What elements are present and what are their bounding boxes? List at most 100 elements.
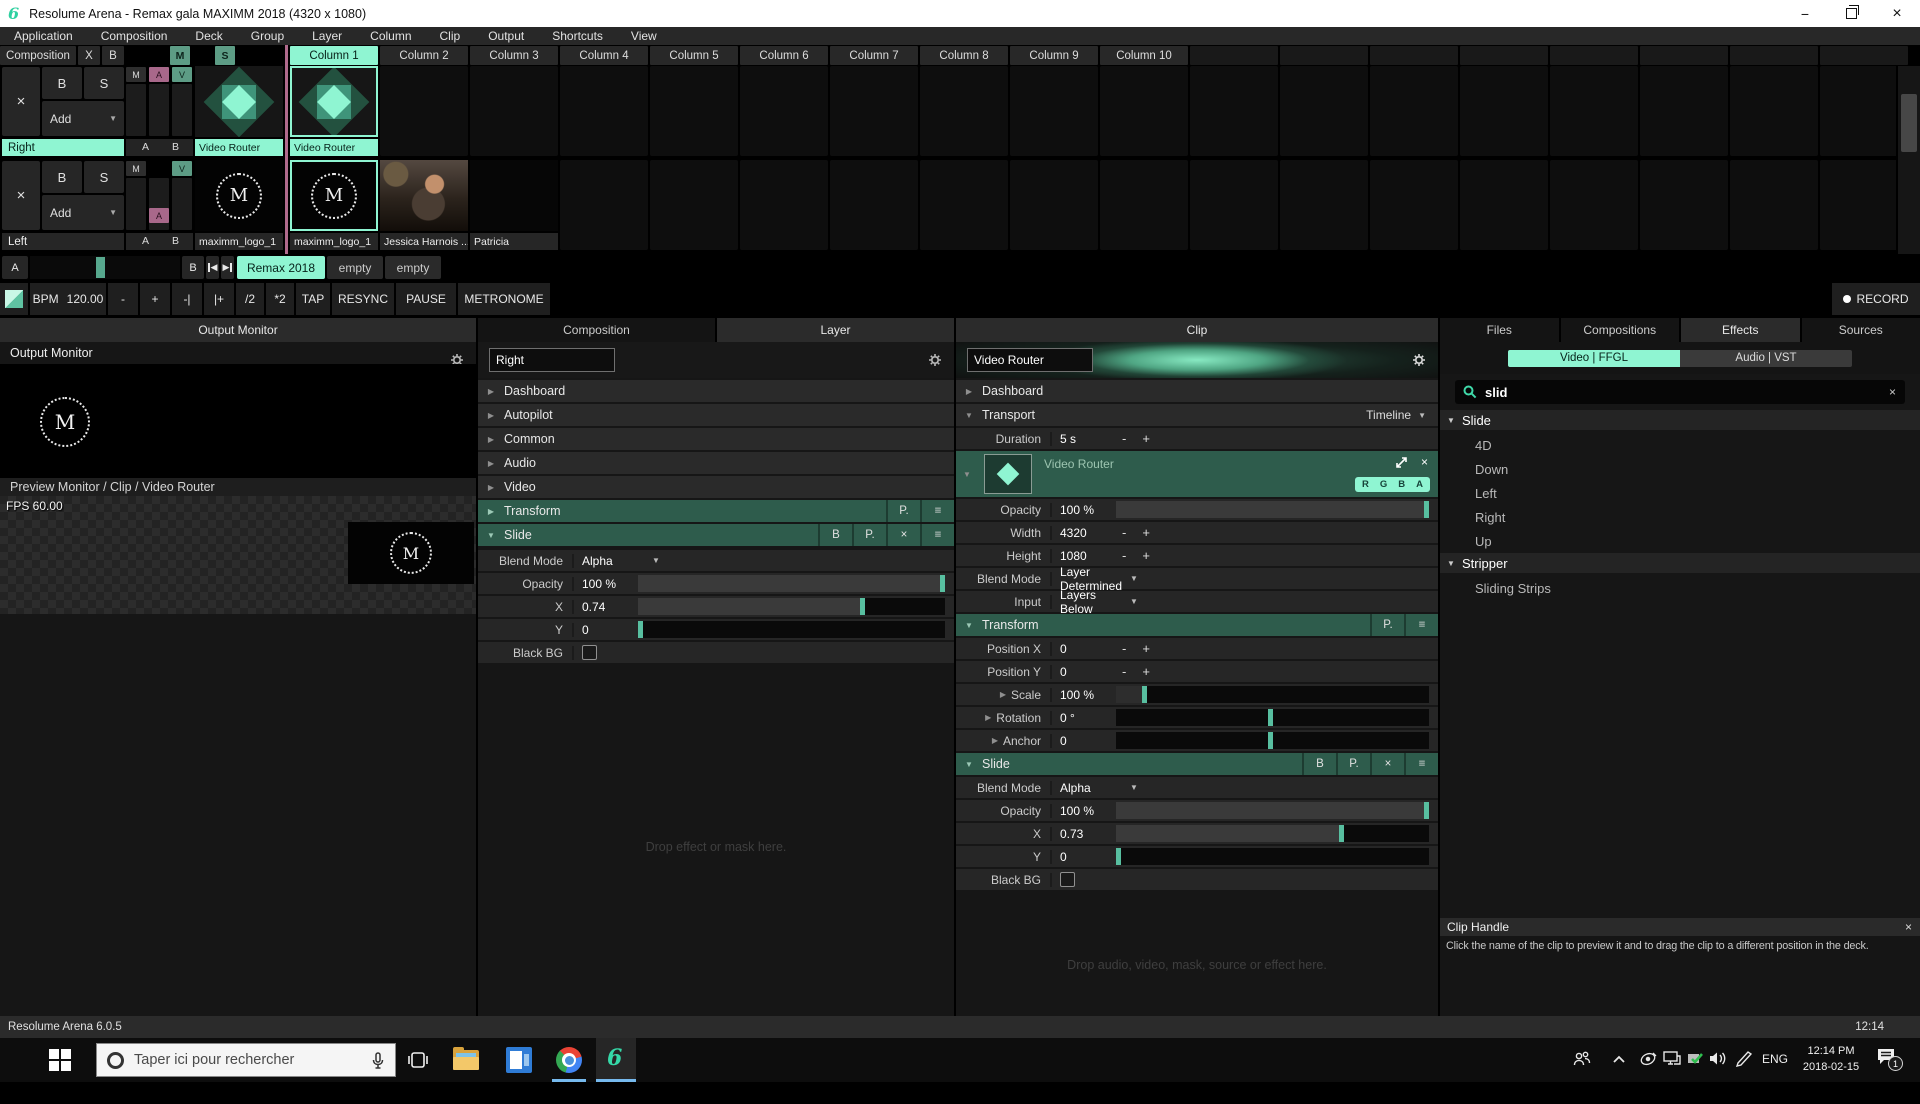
decrement-button[interactable]: - xyxy=(1122,548,1126,563)
empty-clip-slot[interactable] xyxy=(1730,160,1818,250)
effect-item-up[interactable]: Up xyxy=(1440,529,1920,553)
restore-button[interactable] xyxy=(1828,0,1874,27)
param-value[interactable]: 0 xyxy=(1052,642,1116,656)
param-slider[interactable] xyxy=(638,575,945,592)
menu-button[interactable]: ≡ xyxy=(920,524,954,546)
scrollbar-thumb[interactable] xyxy=(1901,94,1917,152)
param-value[interactable]: 0 xyxy=(1052,665,1116,679)
crossfader-b-button[interactable]: B xyxy=(182,256,204,279)
clip-name-label[interactable]: Video Router xyxy=(290,139,378,156)
channel-r[interactable]: R xyxy=(1362,479,1369,490)
layer-solo-button[interactable]: S xyxy=(84,67,124,99)
empty-clip-slot[interactable] xyxy=(650,160,738,250)
tab-output-monitor[interactable]: Output Monitor xyxy=(0,318,476,342)
param-panel-button[interactable]: P. xyxy=(852,524,886,546)
bpm-button-2[interactable]: /2 xyxy=(236,283,264,315)
layer-fader[interactable] xyxy=(126,84,146,136)
layer-fader[interactable] xyxy=(126,178,146,230)
effect-video-router[interactable]: ▼Video Router×RGBA xyxy=(956,451,1438,497)
record-button[interactable]: RECORD xyxy=(1832,283,1920,315)
empty-clip-slot[interactable] xyxy=(740,160,828,250)
tab-clip[interactable]: Clip xyxy=(956,318,1438,342)
empty-clip-slot[interactable] xyxy=(1820,160,1896,250)
tab-layer[interactable]: Layer xyxy=(717,318,954,342)
remove-button[interactable]: × xyxy=(886,524,920,546)
empty-clip-slot[interactable] xyxy=(1460,160,1548,250)
master-s-toggle[interactable]: S xyxy=(215,46,235,65)
clip-thumbnail[interactable] xyxy=(290,66,378,137)
empty-clip-slot[interactable] xyxy=(1370,160,1458,250)
param-value[interactable]: Alpha xyxy=(574,554,638,568)
clip-cell-video-router[interactable]: Video Router xyxy=(195,66,283,156)
bpm-button-metronome[interactable]: METRONOME xyxy=(458,283,550,315)
chevron-right-icon[interactable]: ▶ xyxy=(956,387,982,396)
tab-files[interactable]: Files xyxy=(1440,318,1559,342)
layer-blend-dropdown[interactable]: Add▼ xyxy=(42,195,124,230)
close-button[interactable]: × xyxy=(1874,0,1920,27)
layer-a-toggle[interactable]: A xyxy=(149,67,169,82)
bypass-button[interactable]: B xyxy=(818,524,852,546)
action-center-icon[interactable]: 1 xyxy=(1876,1047,1898,1067)
chevron-right-icon[interactable]: ▶ xyxy=(478,435,504,444)
decrement-button[interactable]: - xyxy=(1122,525,1126,540)
empty-clip-slot[interactable] xyxy=(830,66,918,156)
column-header-6[interactable]: Column 6 xyxy=(740,46,828,65)
slider-handle[interactable] xyxy=(1142,686,1147,703)
layer-close-button[interactable]: × xyxy=(2,161,40,230)
tab-effects[interactable]: Effects xyxy=(1681,318,1800,342)
mail-app-icon[interactable] xyxy=(505,1046,533,1074)
layer-ab-cell[interactable]: AB xyxy=(126,139,193,156)
param-slider[interactable] xyxy=(1116,686,1429,703)
layer-v-toggle[interactable]: V xyxy=(172,67,192,82)
bpm-button-resync[interactable]: RESYNC xyxy=(332,283,394,315)
column-header-5[interactable]: Column 5 xyxy=(650,46,738,65)
section-audio[interactable]: ▶Audio xyxy=(478,452,954,474)
composition-cell[interactable]: Composition xyxy=(0,46,76,65)
crossfader-a-button[interactable]: A xyxy=(2,256,28,279)
effect-item-sliding-strips[interactable]: Sliding Strips xyxy=(1440,576,1920,600)
increment-button[interactable]: + xyxy=(1142,664,1150,679)
microphone-icon[interactable] xyxy=(371,1052,385,1070)
slider-handle[interactable] xyxy=(1268,709,1273,726)
empty-clip-slot[interactable] xyxy=(740,66,828,156)
bpm-button-[interactable]: |+ xyxy=(204,283,234,315)
rgba-channel-buttons[interactable]: RGBA xyxy=(1355,477,1430,492)
empty-clip-slot[interactable] xyxy=(1460,66,1548,156)
clip-name-label[interactable]: Jessica Harnois .... xyxy=(380,233,468,250)
menu-item-group[interactable]: Group xyxy=(237,29,298,43)
param-value[interactable]: 0 xyxy=(1052,734,1116,748)
empty-clip-slot[interactable] xyxy=(830,160,918,250)
section-transform[interactable]: ▶TransformP.≡ xyxy=(478,500,954,522)
channel-b[interactable]: B xyxy=(1398,479,1405,490)
layer-solo-button[interactable]: S xyxy=(84,161,124,193)
gear-icon[interactable] xyxy=(1412,353,1426,367)
empty-clip-slot[interactable] xyxy=(920,160,1008,250)
empty-clip-slot[interactable] xyxy=(920,66,1008,156)
chevron-right-icon[interactable]: ▶ xyxy=(478,459,504,468)
layer-v-toggle[interactable]: V xyxy=(172,161,192,176)
clip-grid-scrollbar[interactable] xyxy=(1898,66,1920,254)
slider-handle[interactable] xyxy=(1268,732,1273,749)
empty-clip-slot[interactable] xyxy=(1370,66,1458,156)
empty-clip-slot[interactable] xyxy=(1010,160,1098,250)
menu-item-composition[interactable]: Composition xyxy=(87,29,182,43)
empty-clip-slot[interactable] xyxy=(1190,66,1278,156)
layer-fader[interactable] xyxy=(172,84,192,136)
video-ffgl-toggle[interactable]: Video | FFGL xyxy=(1508,350,1680,367)
clip-thumbnail[interactable] xyxy=(470,160,558,231)
slider-handle[interactable] xyxy=(1424,501,1429,518)
empty-clip-slot[interactable] xyxy=(1100,160,1188,250)
channel-a[interactable]: A xyxy=(1416,479,1423,490)
param-slider[interactable] xyxy=(1116,501,1429,518)
chevron-right-icon[interactable]: ▶ xyxy=(478,507,504,516)
empty-clip-slot[interactable] xyxy=(560,66,648,156)
param-value[interactable]: 0 ° xyxy=(1052,711,1116,725)
layer-m-toggle[interactable]: M xyxy=(126,161,146,176)
empty-clip-slot[interactable] xyxy=(560,160,648,250)
chevron-down-icon[interactable]: ▼ xyxy=(478,531,504,540)
bpm-button-pause[interactable]: PAUSE xyxy=(396,283,456,315)
param-value[interactable]: 5 s xyxy=(1052,432,1116,446)
close-icon[interactable]: × xyxy=(1421,455,1428,469)
empty-clip-slot[interactable] xyxy=(1100,66,1188,156)
param-value[interactable]: 0.74 xyxy=(574,600,638,614)
